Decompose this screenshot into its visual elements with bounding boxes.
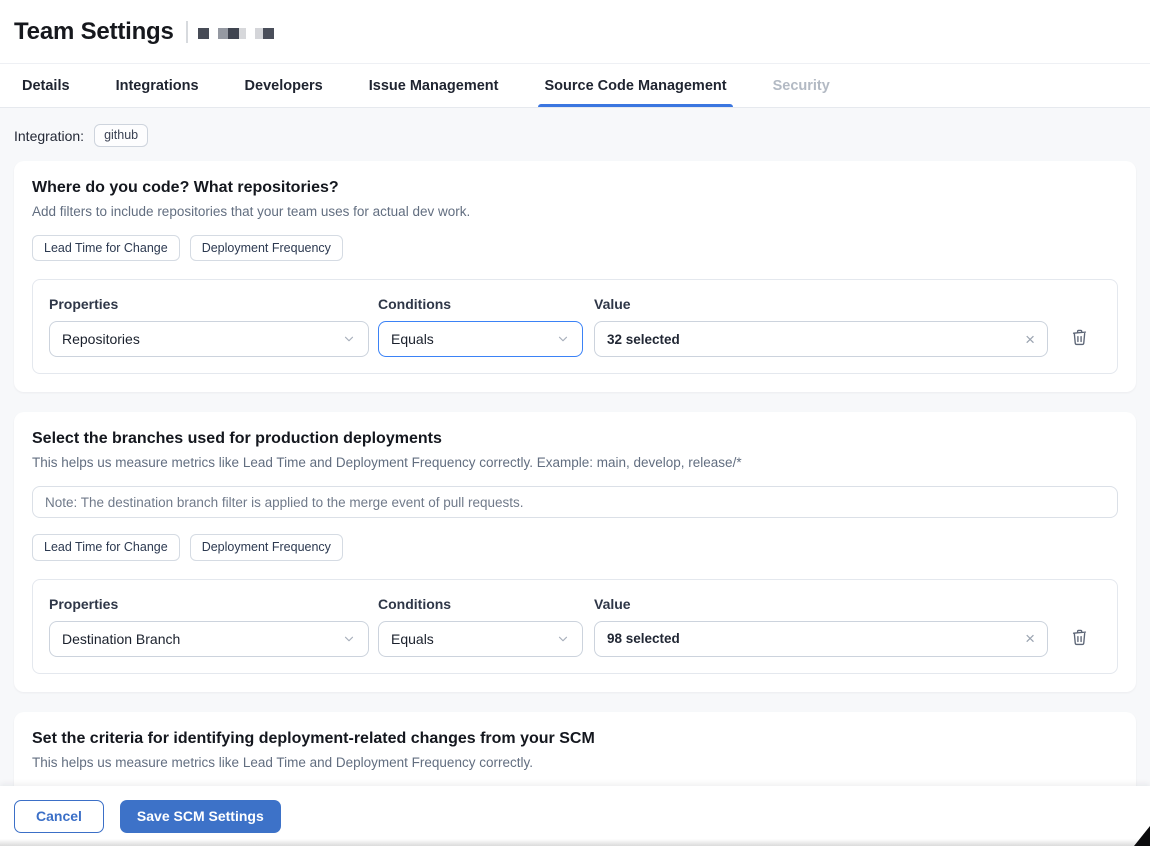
chip-deployment-frequency: Deployment Frequency — [189, 235, 343, 262]
tab-developers[interactable]: Developers — [245, 64, 323, 107]
tab-source-code-management[interactable]: Source Code Management — [538, 64, 733, 107]
repositories-card-subtitle: Add filters to include repositories that… — [32, 204, 471, 219]
metric-chip-row: Lead Time for Change Deployment Frequenc… — [32, 534, 1118, 561]
chevron-down-icon — [342, 332, 356, 346]
page-title: Team Settings — [14, 17, 174, 45]
conditions-select-value: Equals — [391, 630, 434, 647]
metric-chip-row: Lead Time for Change Deployment Frequenc… — [32, 235, 1118, 262]
properties-select[interactable]: Repositories — [49, 321, 369, 358]
branches-card-title: Select the branches used for production … — [32, 430, 442, 448]
conditions-select-value: Equals — [391, 331, 434, 348]
chip-lead-time-for-change: Lead Time for Change — [32, 534, 180, 561]
conditions-label: Conditions — [378, 595, 452, 612]
integration-row: Integration: github — [14, 122, 1136, 161]
value-multiselect[interactable]: 98 selected × — [594, 620, 1048, 657]
tab-security[interactable]: Security — [773, 64, 830, 107]
page-header: Team Settings — [0, 0, 1150, 64]
tab-issue-management[interactable]: Issue Management — [369, 64, 499, 107]
repositories-card-title: Where do you code? What repositories? — [32, 179, 339, 196]
redacted-team-name — [197, 28, 274, 39]
close-icon[interactable]: × — [1025, 331, 1035, 348]
value-selected-count: 32 selected — [607, 331, 680, 347]
value-multiselect[interactable]: 32 selected × — [594, 321, 1048, 358]
value-label: Value — [594, 595, 631, 612]
delete-filter-button[interactable] — [1066, 324, 1093, 354]
deployment-criteria-card-subtitle: This helps us measure metrics like Lead … — [32, 754, 533, 770]
integration-label: Integration: — [14, 127, 85, 144]
value-selected-count: 98 selected — [607, 631, 680, 646]
conditions-label: Conditions — [378, 296, 452, 313]
branches-filter-box: Properties Destination Branch Conditions… — [32, 578, 1118, 674]
cancel-button[interactable]: Cancel — [14, 799, 104, 833]
trash-icon — [1070, 628, 1089, 650]
deployment-criteria-card-title: Set the criteria for identifying deploym… — [32, 729, 595, 747]
properties-select-value: Destination Branch — [62, 630, 181, 647]
repositories-card: Where do you code? What repositories? Ad… — [14, 161, 1136, 393]
chevron-down-icon — [556, 332, 570, 346]
chevron-down-icon — [342, 632, 356, 646]
repositories-filter-box: Properties Repositories Conditions Equal… — [32, 279, 1118, 375]
properties-select-value: Repositories — [62, 331, 140, 348]
chip-deployment-frequency: Deployment Frequency — [189, 534, 343, 561]
title-divider — [185, 20, 188, 43]
save-scm-settings-button[interactable]: Save SCM Settings — [119, 799, 281, 833]
close-icon[interactable]: × — [1025, 630, 1035, 647]
footer-actions: Cancel Save SCM Settings — [0, 786, 1150, 846]
chip-lead-time-for-change: Lead Time for Change — [32, 235, 180, 262]
properties-label: Properties — [49, 296, 119, 313]
properties-select[interactable]: Destination Branch — [49, 620, 369, 657]
chevron-down-icon — [556, 632, 570, 646]
branches-card-subtitle: This helps us measure metrics like Lead … — [32, 455, 742, 471]
integration-badge: github — [94, 124, 149, 147]
team-settings-page: Team Settings Details Integrations Devel… — [0, 0, 1150, 846]
properties-label: Properties — [49, 595, 119, 612]
settings-tabbar: Details Integrations Developers Issue Ma… — [0, 64, 1150, 108]
conditions-select[interactable]: Equals — [378, 620, 583, 657]
trash-icon — [1070, 328, 1089, 350]
conditions-select[interactable]: Equals — [378, 321, 583, 358]
branch-note-input[interactable] — [32, 486, 1118, 519]
value-label: Value — [594, 296, 631, 313]
delete-filter-button[interactable] — [1066, 624, 1093, 654]
mouse-cursor — [1134, 826, 1150, 846]
tab-integrations[interactable]: Integrations — [116, 64, 199, 107]
branches-card: Select the branches used for production … — [14, 412, 1136, 692]
scm-settings-panel: Integration: github Where do you code? W… — [0, 108, 1150, 846]
tab-details[interactable]: Details — [22, 64, 70, 107]
